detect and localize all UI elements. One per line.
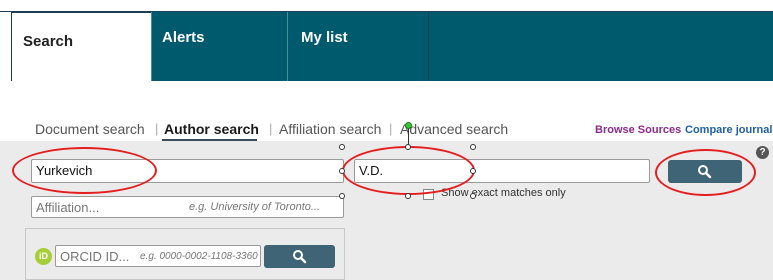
- tab-alerts-label: Alerts: [162, 29, 205, 46]
- browse-sources-link[interactable]: Browse Sources: [595, 124, 681, 136]
- selection-handle[interactable]: [405, 193, 411, 199]
- tab-my-list-label: My list: [301, 29, 348, 46]
- compare-journals-link[interactable]: Compare journals: [685, 124, 773, 136]
- annotation-ellipse: [342, 146, 475, 195]
- rotation-handle-line: [408, 128, 409, 145]
- selection-handle[interactable]: [339, 168, 345, 174]
- nav-author-search[interactable]: Author search: [164, 121, 259, 137]
- nav-separator: |: [269, 121, 273, 136]
- affiliation-placeholder: Affiliation...: [36, 200, 100, 215]
- annotation-ellipse: [12, 147, 157, 194]
- affiliation-hint: e.g. University of Toronto...: [189, 201, 321, 213]
- orcid-search-button[interactable]: [264, 245, 335, 268]
- nav-separator: |: [389, 121, 393, 136]
- nav-separator: |: [155, 121, 159, 136]
- search-icon: [293, 250, 307, 264]
- orcid-hint: e.g. 0000-0002-1108-3360: [140, 251, 258, 262]
- affiliation-input[interactable]: Affiliation... e.g. University of Toront…: [31, 196, 344, 218]
- help-icon[interactable]: ?: [756, 146, 769, 159]
- tab-search-label: Search: [23, 33, 74, 50]
- selection-handle[interactable]: [339, 193, 345, 199]
- tab-bar-filler: [428, 12, 773, 81]
- selection-handle[interactable]: [470, 144, 476, 150]
- exact-matches-label: Show exact matches only: [441, 187, 566, 199]
- annotation-ellipse: [655, 149, 756, 196]
- nav-advanced-search[interactable]: Advanced search: [400, 121, 508, 137]
- top-border: [0, 0, 773, 12]
- selection-handle[interactable]: [470, 168, 476, 174]
- nav-affiliation-search[interactable]: Affiliation search: [279, 121, 381, 137]
- nav-document-search[interactable]: Document search: [35, 121, 145, 137]
- orcid-icon: iD: [35, 248, 52, 265]
- tab-search[interactable]: Search: [11, 12, 151, 81]
- selection-handle[interactable]: [470, 193, 476, 199]
- tab-my-list[interactable]: My list: [287, 12, 428, 81]
- rotation-handle[interactable]: [405, 122, 412, 129]
- selection-handle[interactable]: [339, 144, 345, 150]
- tab-alerts[interactable]: Alerts: [151, 12, 287, 81]
- orcid-input[interactable]: ORCID ID... e.g. 0000-0002-1108-3360: [55, 245, 261, 267]
- orcid-placeholder: ORCID ID...: [60, 249, 130, 264]
